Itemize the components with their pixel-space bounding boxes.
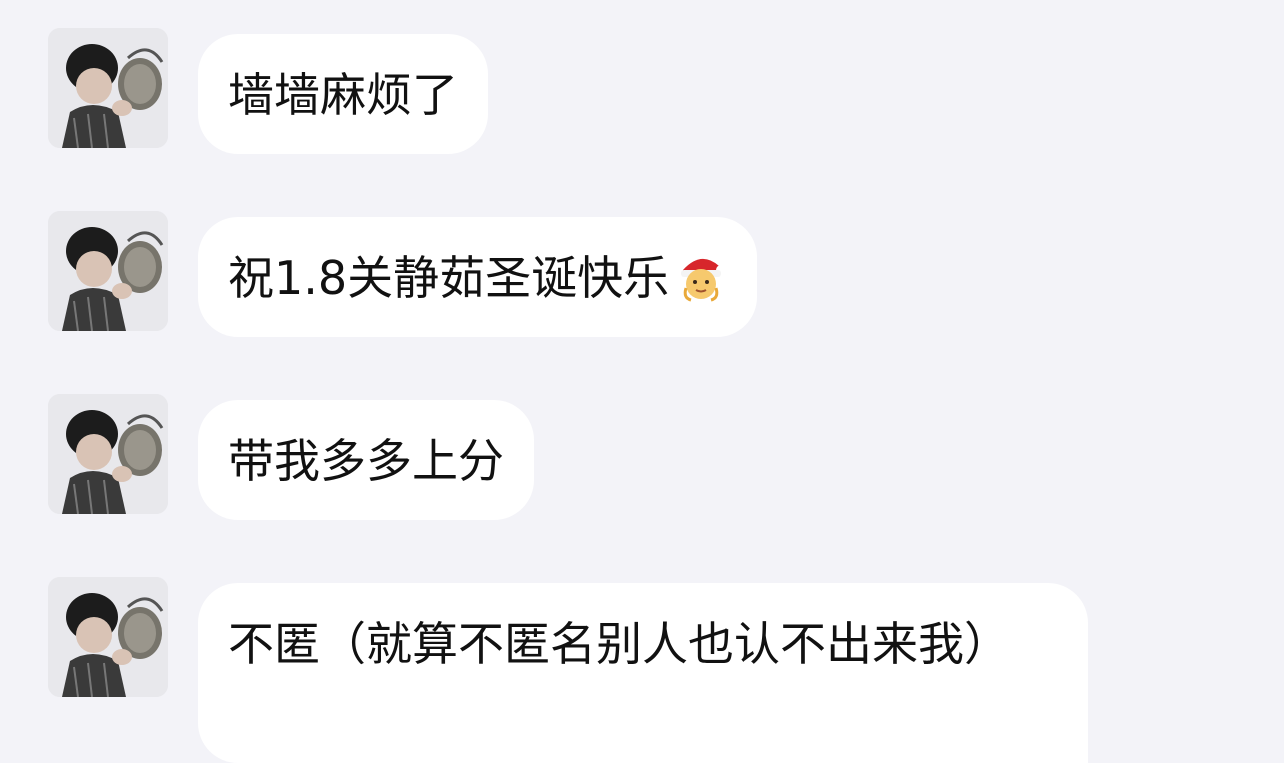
message-text: 不匿（就算不匿名别人也认不出来我） xyxy=(228,617,1010,671)
avatar[interactable] xyxy=(48,577,168,697)
message-bubble[interactable]: 祝1.8关静茹圣诞快乐 xyxy=(198,217,758,337)
avatar-image xyxy=(48,577,168,697)
avatar[interactable] xyxy=(48,28,168,148)
message-bubble[interactable]: 墙墙麻烦了 xyxy=(198,34,488,154)
message-text: 带我多多上分 xyxy=(228,434,504,488)
avatar[interactable] xyxy=(48,211,168,331)
message-bubble[interactable]: 带我多多上分 xyxy=(198,400,534,520)
message-bubble[interactable]: 不匿（就算不匿名别人也认不出来我） xyxy=(198,583,1088,763)
message-text: 祝1.8关静茹圣诞快乐 xyxy=(228,251,670,305)
avatar-image xyxy=(48,28,168,148)
chat-message-list: 墙墙麻烦了 祝1.8关静茹圣诞快乐 带我多多上分 不匿（就算不匿名别人也认不出来… xyxy=(0,0,1284,763)
santa-face-emoji-icon xyxy=(681,258,727,302)
avatar-image xyxy=(48,394,168,514)
avatar[interactable] xyxy=(48,394,168,514)
message-text: 墙墙麻烦了 xyxy=(228,68,458,122)
avatar-image xyxy=(48,211,168,331)
